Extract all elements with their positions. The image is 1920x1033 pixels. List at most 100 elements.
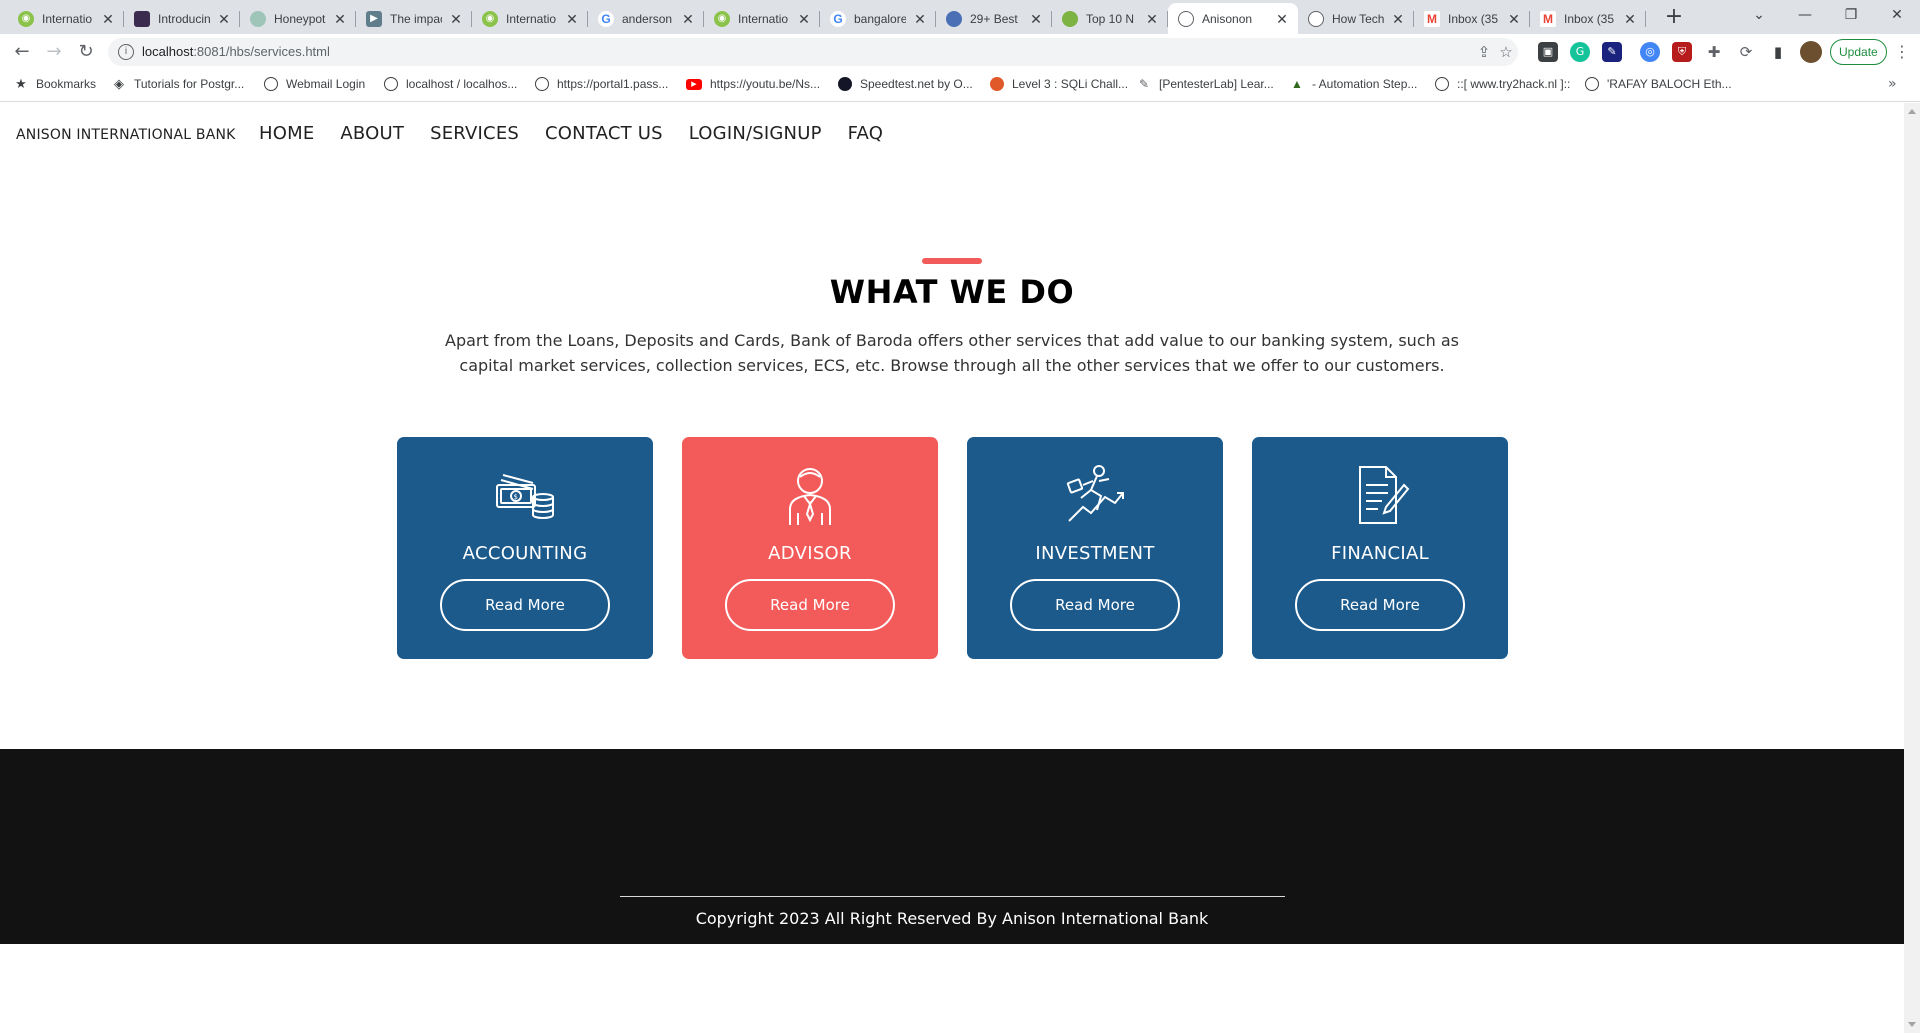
globe-icon (1308, 10, 1324, 27)
restore-icon[interactable]: ❐ (1828, 0, 1874, 30)
browser-tab-active[interactable]: Anisonon ✕ (1168, 3, 1298, 34)
browser-tab[interactable]: ◉ Internatio ✕ (8, 3, 124, 34)
back-icon[interactable]: ← (10, 40, 34, 64)
gmail-icon: M (1424, 10, 1440, 27)
bookmark-item[interactable]: 'RAFAY BALOCH Eth... (1585, 77, 1732, 91)
gmail-icon: M (1540, 10, 1556, 27)
circle-green-icon (1062, 10, 1078, 27)
close-window-icon[interactable]: ✕ (1874, 0, 1920, 30)
close-icon[interactable]: ✕ (1506, 11, 1522, 27)
bookmark-item[interactable]: Speedtest.net by O... (838, 77, 973, 91)
extension-icon[interactable]: ✎ (1602, 42, 1622, 62)
read-more-button[interactable]: Read More (725, 579, 895, 631)
site-brand[interactable]: ANISON INTERNATIONAL BANK (16, 127, 236, 143)
url-text[interactable]: localhost:8081/hbs/services.html (142, 44, 330, 59)
share-icon[interactable]: ⇪ (1474, 42, 1494, 62)
browser-tab[interactable]: M Inbox (35 ✕ (1530, 3, 1646, 34)
arrow-icon: ▶ (366, 10, 382, 27)
close-icon[interactable]: ✕ (912, 11, 928, 27)
page-scrollbar[interactable] (1904, 103, 1920, 1033)
page-viewport: ANISON INTERNATIONAL BANK HOME ABOUT SER… (0, 103, 1904, 1033)
reload-icon[interactable]: ↻ (74, 40, 98, 64)
nav-login-signup[interactable]: LOGIN/SIGNUP (689, 123, 822, 144)
sync-icon[interactable]: ⟳ (1736, 42, 1756, 62)
browser-tab[interactable]: How Tech ✕ (1298, 3, 1414, 34)
close-icon[interactable]: ✕ (564, 11, 580, 27)
globe-icon (264, 77, 278, 91)
sidepanel-icon[interactable]: ▮ (1768, 42, 1788, 62)
browser-tab[interactable]: ◉ Internatio ✕ (472, 3, 588, 34)
browser-tab[interactable]: 29+ Best ✕ (936, 3, 1052, 34)
card-title: ADVISOR (768, 543, 852, 564)
nav-contact-us[interactable]: CONTACT US (545, 123, 663, 144)
menu-icon[interactable]: ⋮ (1892, 41, 1912, 63)
close-icon[interactable]: ✕ (1144, 11, 1160, 27)
ublock-icon[interactable]: ⛨ (1672, 42, 1692, 62)
browser-tab[interactable]: ▶ The impac ✕ (356, 3, 472, 34)
scroll-up-icon[interactable] (1908, 109, 1916, 114)
close-icon[interactable]: ✕ (1622, 11, 1638, 27)
section-description: Apart from the Loans, Deposits and Cards… (445, 331, 1459, 375)
nav-faq[interactable]: FAQ (848, 123, 883, 144)
bookmark-item[interactable]: Webmail Login (264, 77, 365, 91)
footer-copyright: Copyright 2023 All Right Reserved By Ani… (695, 909, 1209, 928)
diamond-icon: ◈ (114, 76, 124, 91)
close-icon[interactable]: ✕ (1274, 11, 1290, 27)
close-icon[interactable]: ✕ (1028, 11, 1044, 27)
scroll-down-icon[interactable] (1908, 1022, 1916, 1027)
extension-icon[interactable]: ◎ (1640, 42, 1660, 62)
bookmark-item[interactable]: ::[ www.try2hack.nl ]:: (1435, 77, 1570, 91)
browser-tab[interactable]: ◉ Internatio ✕ (704, 3, 820, 34)
close-icon[interactable]: ✕ (216, 11, 232, 27)
bookmark-item[interactable]: https://portal1.pass... (535, 77, 668, 91)
close-icon[interactable]: ✕ (332, 11, 348, 27)
puzzle-icon[interactable]: ✚ (1704, 42, 1724, 62)
update-button[interactable]: Update (1830, 39, 1887, 65)
money-coins-icon: $ (496, 474, 554, 519)
bookmark-item[interactable]: ◈ Tutorials for Postgr... (112, 76, 244, 92)
globe-green-icon: ◉ (714, 10, 730, 27)
grammarly-icon[interactable]: G (1570, 42, 1590, 62)
bookmark-item[interactable]: ▲ - Automation Step... (1290, 77, 1417, 91)
globe-green-icon: ◉ (482, 10, 498, 27)
close-icon[interactable]: ✕ (796, 11, 812, 27)
bookmark-item[interactable]: ▶ https://youtu.be/Ns... (686, 77, 820, 91)
card-title: FINANCIAL (1331, 543, 1429, 564)
info-icon[interactable]: i (118, 44, 134, 60)
nav-about[interactable]: ABOUT (340, 123, 404, 144)
bookmark-item[interactable]: ★ Bookmarks (14, 77, 96, 92)
bookmark-item[interactable]: Level 3 : SQLi Chall... (990, 77, 1128, 91)
browser-tab[interactable]: Honeypot ✕ (240, 3, 356, 34)
browser-tab[interactable]: G bangalore ✕ (820, 3, 936, 34)
close-icon[interactable]: ✕ (100, 11, 116, 27)
avatar[interactable] (1800, 41, 1822, 63)
tree-icon: ▲ (1291, 77, 1303, 91)
minimize-icon[interactable]: — (1782, 0, 1828, 30)
card-title: ACCOUNTING (462, 543, 588, 564)
advisor-person-icon (789, 468, 831, 525)
browser-tab[interactable]: M Inbox (35 ✕ (1414, 3, 1530, 34)
read-more-button[interactable]: Read More (1295, 579, 1465, 631)
close-icon[interactable]: ✕ (680, 11, 696, 27)
browser-tab[interactable]: Top 10 N ✕ (1052, 3, 1168, 34)
service-card-advisor: ADVISOR Read More (682, 437, 938, 659)
tab-search-icon[interactable]: ⌄ (1736, 0, 1782, 30)
browser-tab[interactable]: G anderson ✕ (588, 3, 704, 34)
read-more-button[interactable]: Read More (440, 579, 610, 631)
new-tab-button[interactable]: + (1660, 4, 1688, 32)
close-icon[interactable]: ✕ (448, 11, 464, 27)
more-bookmarks-icon[interactable]: » (1888, 76, 1897, 92)
read-more-button[interactable]: Read More (1010, 579, 1180, 631)
nav-home[interactable]: HOME (259, 123, 314, 144)
browser-tab[interactable]: Introducin ✕ (124, 3, 240, 34)
bookmark-item[interactable]: ✎ [PentesterLab] Lear... (1137, 77, 1274, 91)
app-icon (134, 10, 150, 27)
address-bar[interactable]: i localhost:8081/hbs/services.html ⇪ ☆ (108, 38, 1518, 66)
nav-services[interactable]: SERVICES (430, 123, 519, 144)
close-icon[interactable]: ✕ (1390, 11, 1406, 27)
bookmark-item[interactable]: localhost / localhos... (384, 77, 517, 91)
forward-icon[interactable]: → (42, 40, 66, 64)
globe-icon (535, 77, 549, 91)
extension-icon[interactable]: ▣ (1538, 42, 1558, 62)
bookmark-star-icon[interactable]: ☆ (1496, 42, 1516, 62)
